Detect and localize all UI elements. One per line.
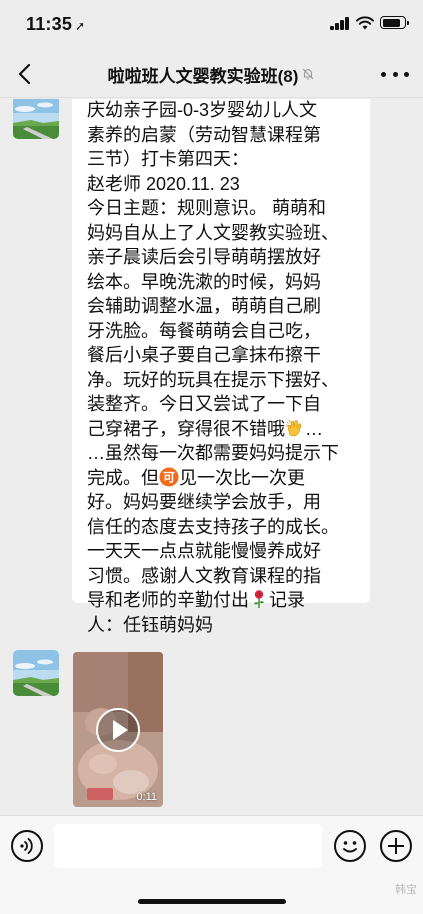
message-line: 完成。但 [87, 467, 159, 488]
voice-icon[interactable] [11, 830, 43, 862]
message-bubble[interactable]: 庆幼亲子园-0-3岁婴幼儿人文 素养的启蒙（劳动智慧课程第 三节）打卡第四天： … [72, 99, 370, 635]
emoji-face-icon[interactable] [334, 830, 366, 862]
location-arrow-icon: ➚ [75, 19, 86, 33]
message-line: 净。玩好的玩具在提示下摆好、 [87, 369, 339, 390]
rose-icon [254, 590, 264, 608]
message-inline-text: 记录 [269, 590, 305, 610]
message-line: …虽然每一次都需要妈妈提示下 [87, 443, 339, 463]
message-line: 今日主题：规则意识。 萌萌和 [87, 198, 326, 218]
message-line: 信任的态度去支持孩子的成长。 [87, 516, 339, 537]
message-line: 好。妈妈要继续学会放手，用 [87, 492, 321, 512]
clapping-hands-icon [285, 419, 302, 436]
message-line: 妈妈自从上了人文婴教实验班、 [87, 222, 339, 243]
wifi-icon [356, 16, 374, 30]
bell-slash-icon [303, 68, 314, 80]
input-bar [0, 815, 423, 877]
message-line: 导和老师的辛勤付出 [87, 590, 249, 610]
battery-fill [382, 18, 401, 27]
watermark-text: 韩宝 [395, 884, 417, 896]
sender-avatar[interactable] [13, 99, 59, 139]
video-message[interactable]: 0:11 [73, 652, 163, 807]
message-inline-text: … [305, 418, 323, 439]
ke-badge-char: 可 [163, 470, 175, 484]
home-area: 韩宝 [0, 877, 423, 914]
message-line: 己穿裙子，穿得很不错哦 [87, 418, 285, 439]
battery-icon [380, 16, 409, 29]
message-line: 素养的启蒙（劳动智慧课程第 [87, 124, 321, 145]
status-bar: 11:35 ➚ [0, 0, 423, 50]
signal-icon [330, 17, 350, 30]
chat-area: 庆幼亲子园-0-3岁婴幼儿人文 素养的启蒙（劳动智慧课程第 三节）打卡第四天： … [0, 99, 423, 815]
message-input[interactable] [54, 824, 322, 868]
message-line: 餐后小桌子要自己拿抹布擦干 [87, 345, 321, 365]
message-line: 三节）打卡第四天： [87, 149, 249, 169]
status-time: 11:35 ➚ [26, 14, 85, 35]
message-line: 习惯。感谢人文教育课程的指 [87, 565, 321, 586]
message-line: 赵老师 2020.11. 23 [87, 173, 240, 194]
message-line: 庆幼亲子园-0-3岁婴幼儿人文 [87, 100, 318, 120]
chevron-left-icon[interactable] [14, 62, 38, 86]
more-dots-icon[interactable] [381, 62, 409, 86]
landscape-avatar [13, 99, 59, 139]
chat-title: 啦啦班人文婴教实验班(8) [107, 66, 299, 86]
message-line: 亲子晨读后会引导萌萌摆放好 [87, 247, 321, 267]
nav-title-wrap: 啦啦班人文婴教实验班(8) [60, 50, 363, 98]
plus-icon[interactable] [380, 830, 412, 862]
message-line: 会辅助调整水温，萌萌自己刷 [87, 296, 321, 316]
message-text: 庆幼亲子园-0-3岁婴幼儿人文 素养的启蒙（劳动智慧课程第 三节）打卡第四天： … [87, 99, 357, 637]
home-indicator[interactable] [138, 899, 286, 904]
status-time-text: 11:35 [26, 14, 73, 34]
message-line: 人：任钰萌妈妈 [87, 614, 213, 635]
sender-avatar[interactable] [13, 650, 59, 696]
message-line: 装整齐。今日又尝试了一下自 [87, 394, 321, 414]
landscape-avatar [13, 650, 59, 696]
message-line: 一天天一点点就能慢慢养成好 [87, 541, 321, 561]
nav-bar: 啦啦班人文婴教实验班(8) [0, 50, 423, 98]
message-line: 绘本。早晚洗漱的时候，妈妈 [87, 271, 321, 292]
message-inline-text: 见一次比一次更 [179, 467, 305, 488]
message-line: 牙洗脸。每餐萌萌会自己吃， [87, 320, 321, 341]
play-icon[interactable] [96, 708, 140, 752]
video-duration: 0:11 [136, 791, 157, 803]
ke-badge-icon: 可 [159, 467, 179, 486]
